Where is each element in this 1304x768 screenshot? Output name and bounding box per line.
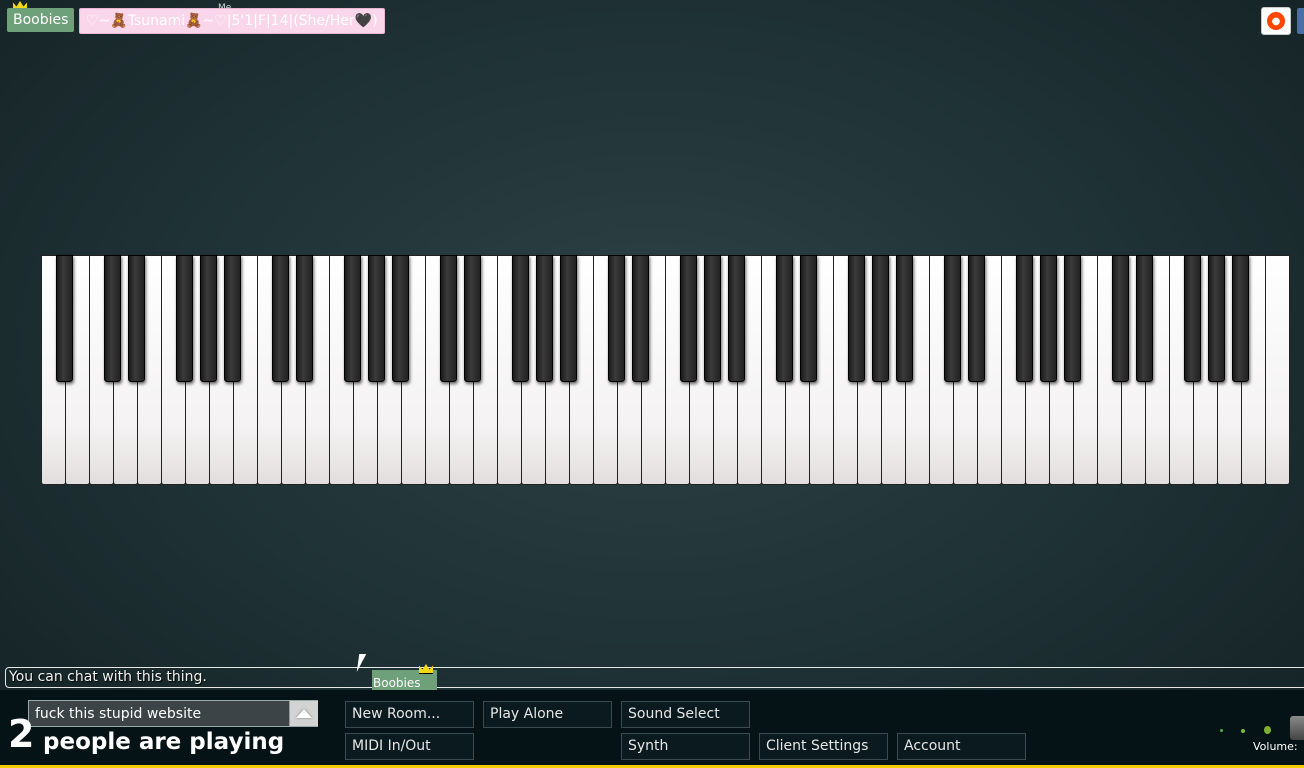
black-key[interactable] — [1208, 255, 1225, 382]
black-key[interactable] — [56, 255, 73, 382]
chat-message-area: You can chat with this thing. — [5, 667, 1304, 688]
side-panel-edge[interactable] — [1297, 8, 1304, 34]
black-key[interactable] — [464, 255, 481, 382]
cursor-crown-icon — [419, 664, 433, 674]
black-key[interactable] — [1064, 255, 1081, 382]
reddit-icon: ● — [1267, 12, 1285, 30]
white-key[interactable] — [1265, 255, 1290, 485]
midi-button[interactable]: MIDI In/Out — [345, 733, 474, 760]
black-key[interactable] — [728, 255, 745, 382]
black-key[interactable] — [1016, 255, 1033, 382]
black-key[interactable] — [224, 255, 241, 382]
black-key[interactable] — [128, 255, 145, 382]
volume-dot — [1264, 726, 1271, 734]
sound-select-button[interactable]: Sound Select — [621, 701, 750, 728]
black-key[interactable] — [944, 255, 961, 382]
black-key[interactable] — [800, 255, 817, 382]
black-key[interactable] — [104, 255, 121, 382]
black-key[interactable] — [848, 255, 865, 382]
volume-dot — [1241, 729, 1245, 733]
black-key[interactable] — [608, 255, 625, 382]
player-count: 2 — [8, 712, 35, 756]
piano-keyboard[interactable] — [41, 255, 1290, 487]
black-key[interactable] — [368, 255, 385, 382]
black-key[interactable] — [872, 255, 889, 382]
black-key[interactable] — [704, 255, 721, 382]
new-room-button[interactable]: New Room... — [345, 701, 474, 728]
black-key[interactable] — [896, 255, 913, 382]
volume-dot — [1220, 729, 1223, 732]
owner-name-tag[interactable]: Boobies — [7, 8, 75, 32]
black-key[interactable] — [176, 255, 193, 382]
black-key[interactable] — [536, 255, 553, 382]
reddit-button[interactable]: ● — [1261, 7, 1291, 35]
black-key[interactable] — [968, 255, 985, 382]
volume-label: Volume: — [1253, 740, 1298, 753]
chat-input[interactable] — [28, 700, 318, 727]
black-key[interactable] — [1232, 255, 1249, 382]
account-button[interactable]: Account — [897, 733, 1026, 760]
black-key[interactable] — [440, 255, 457, 382]
black-key[interactable] — [296, 255, 313, 382]
black-key[interactable] — [1136, 255, 1153, 382]
my-name-tag[interactable]: ♡~🧸Tsunami🧸~♡|5'1|F|14|(She/Her🖤) — [79, 8, 385, 34]
black-key[interactable] — [392, 255, 409, 382]
chat-expand-button[interactable] — [289, 701, 318, 726]
black-key[interactable] — [344, 255, 361, 382]
volume-knob[interactable] — [1290, 716, 1304, 740]
synth-button[interactable]: Synth — [621, 733, 750, 760]
mouse-cursor-icon — [356, 654, 374, 672]
black-key[interactable] — [560, 255, 577, 382]
black-key[interactable] — [1112, 255, 1129, 382]
black-key[interactable] — [512, 255, 529, 382]
black-key[interactable] — [1040, 255, 1057, 382]
black-key[interactable] — [632, 255, 649, 382]
chevron-up-icon — [296, 709, 312, 718]
black-key[interactable] — [200, 255, 217, 382]
black-key[interactable] — [1184, 255, 1201, 382]
play-alone-button[interactable]: Play Alone — [483, 701, 612, 728]
player-count-label: people are playing — [43, 729, 285, 755]
black-key[interactable] — [680, 255, 697, 382]
black-key[interactable] — [272, 255, 289, 382]
black-key[interactable] — [776, 255, 793, 382]
client-settings-button[interactable]: Client Settings — [759, 733, 888, 760]
